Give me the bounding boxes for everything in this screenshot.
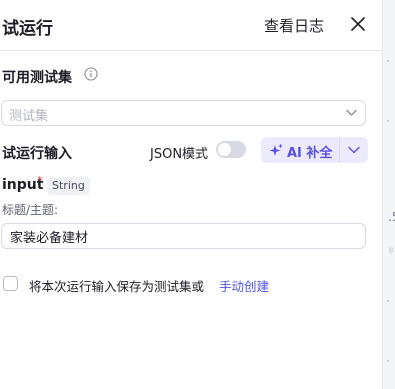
- background-text: ะ: [388, 242, 395, 256]
- field-description: 标题/主题:: [2, 203, 59, 217]
- test-set-label: 可用测试集: [2, 70, 72, 86]
- test-set-placeholder: 测试集: [9, 109, 49, 124]
- grid-dot: [387, 60, 389, 62]
- input-field[interactable]: [1, 223, 366, 249]
- close-button[interactable]: [348, 13, 368, 35]
- ai-complete-label: AI 补全: [287, 146, 333, 161]
- grid-dot: [387, 300, 389, 302]
- required-mark: *: [37, 174, 43, 187]
- manual-create-link[interactable]: 手动创建: [219, 276, 269, 295]
- sparkle-icon: [269, 143, 283, 156]
- grid-dot: [387, 360, 389, 362]
- ai-options-dropdown[interactable]: [340, 137, 368, 163]
- toggle-knob: [218, 143, 231, 156]
- test-run-panel: 试运行 查看日志 可用测试集 测试集 试运行输入 JSON模式 AI 补全 in…: [0, 0, 382, 389]
- grid-dot: [387, 120, 389, 122]
- background-text: .5: [388, 210, 395, 224]
- test-set-select[interactable]: 测试集: [1, 100, 366, 126]
- json-mode-label: JSON模式: [150, 147, 209, 162]
- ai-complete-button[interactable]: AI 补全: [261, 137, 339, 163]
- run-input-label: 试运行输入: [2, 146, 72, 162]
- chevron-down-icon: [348, 146, 360, 154]
- panel-title: 试运行: [2, 19, 53, 39]
- json-mode-toggle[interactable]: [216, 141, 246, 158]
- field-type-tag: String: [47, 177, 90, 195]
- ai-complete-group: AI 补全: [261, 137, 368, 163]
- panel-header: 试运行 查看日志: [0, 0, 382, 51]
- save-as-test-set-checkbox[interactable]: [3, 276, 18, 291]
- chevron-down-icon: [346, 109, 357, 116]
- save-as-test-set-label: 将本次运行输入保存为测试集或: [29, 279, 205, 294]
- info-icon[interactable]: [84, 67, 98, 81]
- close-icon: [351, 17, 365, 31]
- view-log-button[interactable]: 查看日志: [264, 15, 324, 36]
- background-canvas-edge: .5 ะ: [382, 0, 395, 389]
